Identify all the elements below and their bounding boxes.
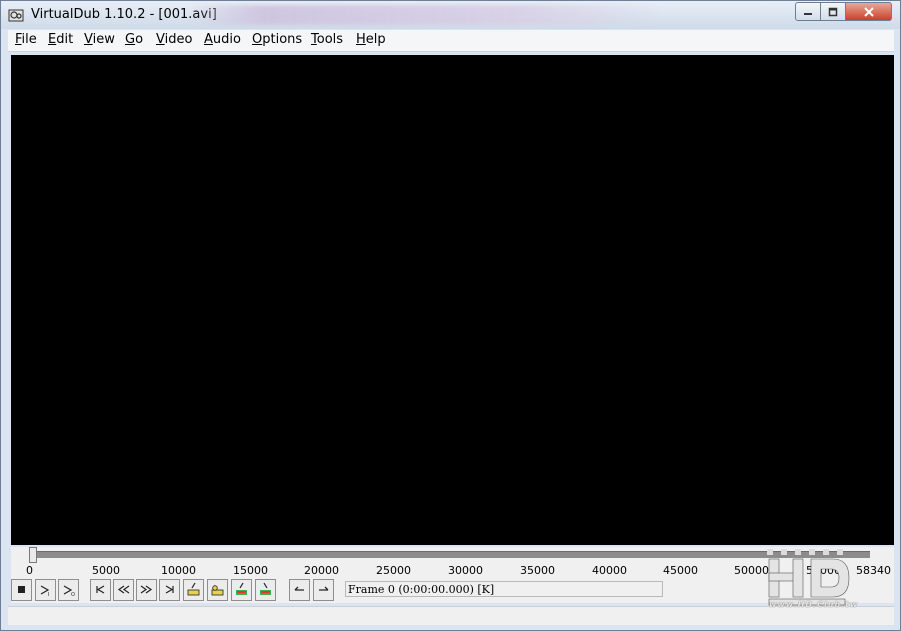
timeline-tick: 0 (26, 564, 33, 577)
menu-view[interactable]: View (84, 32, 115, 47)
next-frame-icon (140, 585, 153, 594)
svg-text:I: I (48, 592, 49, 597)
maximize-icon (828, 7, 838, 16)
minimize-icon (804, 12, 812, 15)
next-frame-button[interactable] (136, 579, 157, 601)
frame-indicator: Frame 0 (0:00:00.000) [K] (345, 581, 663, 597)
start-icon (96, 585, 105, 594)
mark-out-button[interactable] (313, 579, 334, 601)
app-icon[interactable] (8, 7, 24, 23)
menu-go[interactable]: Go (125, 32, 143, 47)
stop-button[interactable] (11, 579, 32, 601)
timeline-tick: 20000 (304, 564, 339, 577)
close-button[interactable] (846, 2, 892, 21)
timeline-tick: 15000 (233, 564, 268, 577)
title-bar[interactable]: VirtualDub 1.10.2 - [001.avi] (1, 1, 900, 29)
timeline-tick: 58340 (856, 564, 891, 577)
menu-file[interactable]: File (15, 32, 37, 47)
status-bar (8, 606, 894, 625)
prev-scene-icon (236, 582, 247, 595)
prev-scene-button[interactable] (231, 579, 252, 601)
menu-video[interactable]: Video (156, 32, 192, 47)
svg-text:O: O (71, 592, 75, 597)
play-input-icon: I (40, 585, 49, 597)
watermark-site: www.HD.Club.tw (769, 600, 859, 609)
prev-key-button[interactable] (183, 579, 204, 601)
close-icon (863, 6, 874, 17)
maximize-button[interactable] (821, 2, 846, 21)
next-key-button[interactable] (207, 579, 228, 601)
prev-key-icon (187, 582, 200, 596)
timeline-tick: 5000 (92, 564, 120, 577)
menu-bar: File Edit View Go Video Audio Options Tools Help (8, 30, 894, 52)
start-button[interactable] (90, 579, 111, 601)
video-pane (11, 55, 894, 545)
menu-help[interactable]: Help (356, 32, 386, 47)
end-icon (165, 585, 174, 594)
timeline-tick: 40000 (592, 564, 627, 577)
end-button[interactable] (159, 579, 180, 601)
window-controls (795, 2, 892, 21)
next-scene-button[interactable] (255, 579, 276, 601)
app-window: VirtualDub 1.10.2 - [001.avi] File Edit Vi… (0, 0, 901, 631)
minimize-button[interactable] (795, 2, 821, 21)
next-key-icon (211, 585, 224, 596)
menu-edit[interactable]: Edit (48, 32, 73, 47)
timeline-tick: 35000 (520, 564, 555, 577)
position-thumb[interactable] (29, 547, 37, 563)
prev-frame-button[interactable] (113, 579, 134, 601)
next-scene-icon (260, 582, 271, 595)
menu-audio[interactable]: Audio (204, 32, 241, 47)
stop-icon (18, 586, 25, 593)
mark-in-button[interactable] (289, 579, 310, 601)
prev-frame-icon (117, 585, 130, 594)
mark-in-icon (294, 586, 304, 591)
timeline-tick: 45000 (663, 564, 698, 577)
window-title: VirtualDub 1.10.2 - [001.avi] (31, 7, 217, 22)
transport-toolbar: I O Frame 0 (0:00:00.000) [K] (11, 579, 894, 603)
timeline-tick: 25000 (376, 564, 411, 577)
play-output-icon: O (63, 585, 75, 597)
title-blur (191, 5, 661, 25)
timeline-tick: 30000 (448, 564, 483, 577)
menu-options[interactable]: Options (252, 32, 302, 47)
play-output-button[interactable]: O (58, 579, 79, 601)
track-groove[interactable] (32, 551, 870, 558)
timeline-tick: 10000 (161, 564, 196, 577)
menu-tools[interactable]: Tools (311, 32, 343, 47)
play-input-button[interactable]: I (35, 579, 56, 601)
mark-out-icon (319, 586, 329, 591)
